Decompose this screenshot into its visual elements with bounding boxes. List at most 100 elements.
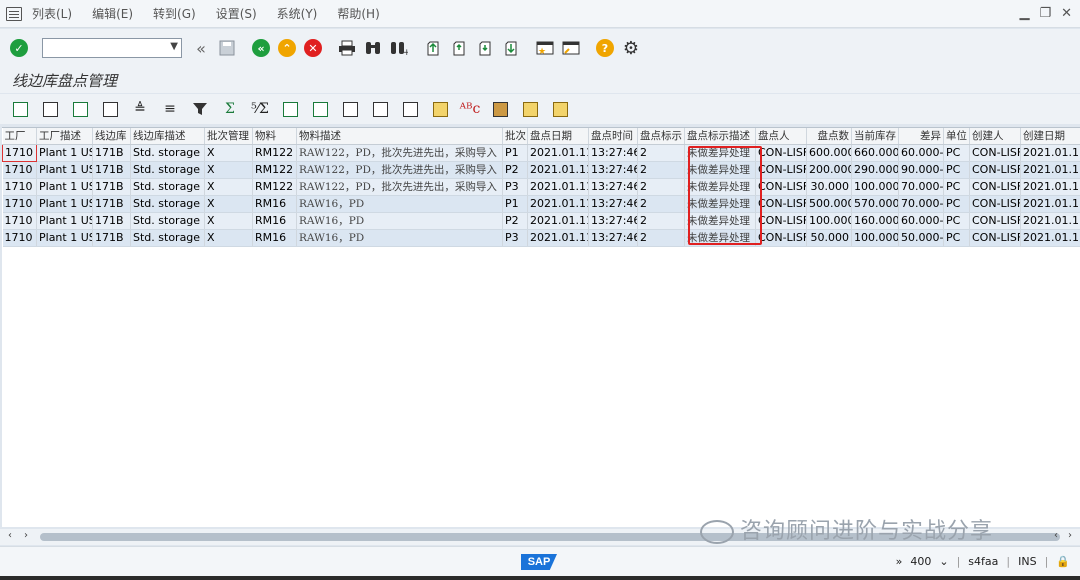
table-cell[interactable]: RAW16，PD <box>296 195 503 213</box>
scroll-left-icon[interactable]: ‹ <box>8 530 12 541</box>
table-cell[interactable]: 171B <box>92 161 131 179</box>
first-page-icon[interactable] <box>422 37 444 59</box>
table-cell[interactable]: 2021.01.11 <box>1020 229 1080 247</box>
menu-system[interactable]: 系统(Y) <box>277 5 318 22</box>
table-cell[interactable]: RAW122，PD，批次先进先出，采购导入 <box>296 161 503 179</box>
minimize-icon[interactable]: ▁ <box>1019 6 1029 21</box>
table-cell[interactable]: CON-LISF <box>755 195 807 213</box>
find-icon[interactable] <box>362 37 384 59</box>
insert-mode[interactable]: INS <box>1018 555 1036 568</box>
chevron-down-icon[interactable]: ⌄ <box>939 555 948 568</box>
table-cell[interactable]: RM122 <box>252 178 297 196</box>
menu-list[interactable]: 列表(L) <box>32 5 72 22</box>
exit-icon[interactable]: ⌃ <box>276 37 298 59</box>
table-row[interactable]: 1710 Plant 1 US 171B Std. storage 2 X RM122 RA… <box>2 161 1080 179</box>
table-cell[interactable]: 100.000 <box>851 229 899 247</box>
menu-goto[interactable]: 转到(G) <box>153 5 196 22</box>
sort-ascending-icon[interactable]: ≜ <box>130 99 150 119</box>
scroll-right-end-icon[interactable]: › <box>1068 530 1072 541</box>
command-field[interactable]: ▼ <box>42 38 182 58</box>
menu-settings[interactable]: 设置(S) <box>216 5 257 22</box>
scroll-left-end-icon[interactable]: ‹ <box>1054 530 1058 541</box>
cancel-icon[interactable]: ✕ <box>302 37 324 59</box>
table-cell[interactable]: 未做差异处理 <box>684 161 756 179</box>
table-cell[interactable]: Std. storage 2 <box>130 229 205 247</box>
table-cell[interactable]: 未做差异处理 <box>684 144 756 162</box>
table-cell[interactable]: 2021.01.11 <box>1020 161 1080 179</box>
table-cell[interactable]: 2 <box>637 144 685 162</box>
table-cell[interactable]: RAW16，PD <box>296 229 503 247</box>
table-cell[interactable]: Std. storage 2 <box>130 144 205 162</box>
print-icon[interactable] <box>336 37 358 59</box>
table-cell[interactable]: Plant 1 US <box>36 212 93 230</box>
column-header[interactable]: 批次管理 <box>204 128 253 145</box>
table-cell[interactable]: 200.000 <box>806 161 852 179</box>
table-cell[interactable]: 2 <box>637 178 685 196</box>
column-header[interactable]: 盘点标示 <box>637 128 685 145</box>
table-cell[interactable]: 未做差异处理 <box>684 229 756 247</box>
column-header[interactable]: 线边库 <box>92 128 131 145</box>
table-cell[interactable]: 30.000 <box>806 178 852 196</box>
table-cell[interactable]: PC <box>943 144 970 162</box>
table-cell[interactable]: X <box>204 195 253 213</box>
table-cell[interactable]: 13:27:46 <box>588 195 638 213</box>
table-cell[interactable]: 2021.01.11 <box>527 178 589 196</box>
table-row[interactable]: 1710 Plant 1 US 171B Std. storage 2 X RM122 RA… <box>2 144 1080 162</box>
table-cell[interactable]: RAW16，PD <box>296 212 503 230</box>
save-layout-icon[interactable] <box>550 99 570 119</box>
column-header[interactable]: 差异 <box>898 128 944 145</box>
find-next-icon[interactable]: + <box>388 37 410 59</box>
table-cell[interactable]: PC <box>943 195 970 213</box>
table-cell[interactable]: 2021.01.11 <box>527 144 589 162</box>
table-cell[interactable]: 100.000 <box>851 178 899 196</box>
table-row[interactable]: 1710 Plant 1 US 171B Std. storage 2 X RM16 RAW… <box>2 195 1080 213</box>
column-header[interactable]: 盘点标示描述 <box>684 128 756 145</box>
column-header[interactable]: 批次 <box>502 128 528 145</box>
table-cell[interactable]: PC <box>943 178 970 196</box>
table-cell[interactable]: X <box>204 229 253 247</box>
previous-page-icon[interactable] <box>448 37 470 59</box>
table-cell[interactable]: X <box>204 161 253 179</box>
table-cell[interactable]: PC <box>943 229 970 247</box>
table-cell[interactable]: Plant 1 US <box>36 229 93 247</box>
select-all-icon[interactable] <box>70 99 90 119</box>
check-icon[interactable]: ✓ <box>8 37 30 59</box>
column-header[interactable]: 盘点时间 <box>588 128 638 145</box>
graphic-icon[interactable]: ᴬᴮc <box>460 99 481 119</box>
word-processing-icon[interactable] <box>370 99 390 119</box>
table-cell[interactable]: 1710 <box>2 229 37 247</box>
calculator-icon[interactable] <box>40 99 60 119</box>
system-menu-icon[interactable] <box>6 6 22 21</box>
table-cell[interactable]: 2021.01.11 <box>527 161 589 179</box>
table-cell[interactable]: CON-LISF <box>755 212 807 230</box>
table-cell[interactable]: X <box>204 178 253 196</box>
table-cell[interactable]: 160.000 <box>851 212 899 230</box>
table-cell[interactable]: 2021.01.11 <box>1020 178 1080 196</box>
table-cell[interactable]: 13:27:46 <box>588 212 638 230</box>
table-row[interactable]: 1710 Plant 1 US 171B Std. storage 2 X RM16 RAW… <box>2 229 1080 247</box>
table-cell[interactable]: RAW122，PD，批次先进先出，采购导入 <box>296 144 503 162</box>
table-cell[interactable]: RAW122，PD，批次先进先出，采购导入 <box>296 178 503 196</box>
table-cell[interactable]: 90.000- <box>898 161 944 179</box>
table-cell[interactable]: P2 <box>502 161 528 179</box>
gear-icon[interactable]: ⚙ <box>620 37 642 59</box>
column-header[interactable]: 创建日期 <box>1020 128 1080 145</box>
table-cell[interactable]: CON-LISF <box>755 229 807 247</box>
table-cell[interactable]: 2 <box>637 229 685 247</box>
table-cell[interactable]: RM16 <box>252 195 297 213</box>
table-cell[interactable]: CON-LISF <box>755 144 807 162</box>
table-cell[interactable]: 2021.01.11 <box>1020 195 1080 213</box>
filter-icon[interactable] <box>190 99 210 119</box>
shortcut-icon[interactable] <box>560 37 582 59</box>
table-cell[interactable]: X <box>204 212 253 230</box>
print-preview-icon[interactable] <box>280 99 300 119</box>
column-header[interactable]: 单位 <box>943 128 970 145</box>
export-excel-icon[interactable] <box>340 99 360 119</box>
column-header[interactable]: 盘点人 <box>755 128 807 145</box>
next-page-icon[interactable] <box>474 37 496 59</box>
double-chevron-left-icon[interactable]: « <box>190 37 212 59</box>
table-cell[interactable]: 2021.01.11 <box>527 195 589 213</box>
column-header[interactable]: 创建人 <box>969 128 1021 145</box>
table-cell[interactable]: 660.000 <box>851 144 899 162</box>
table-cell[interactable]: 570.000 <box>851 195 899 213</box>
